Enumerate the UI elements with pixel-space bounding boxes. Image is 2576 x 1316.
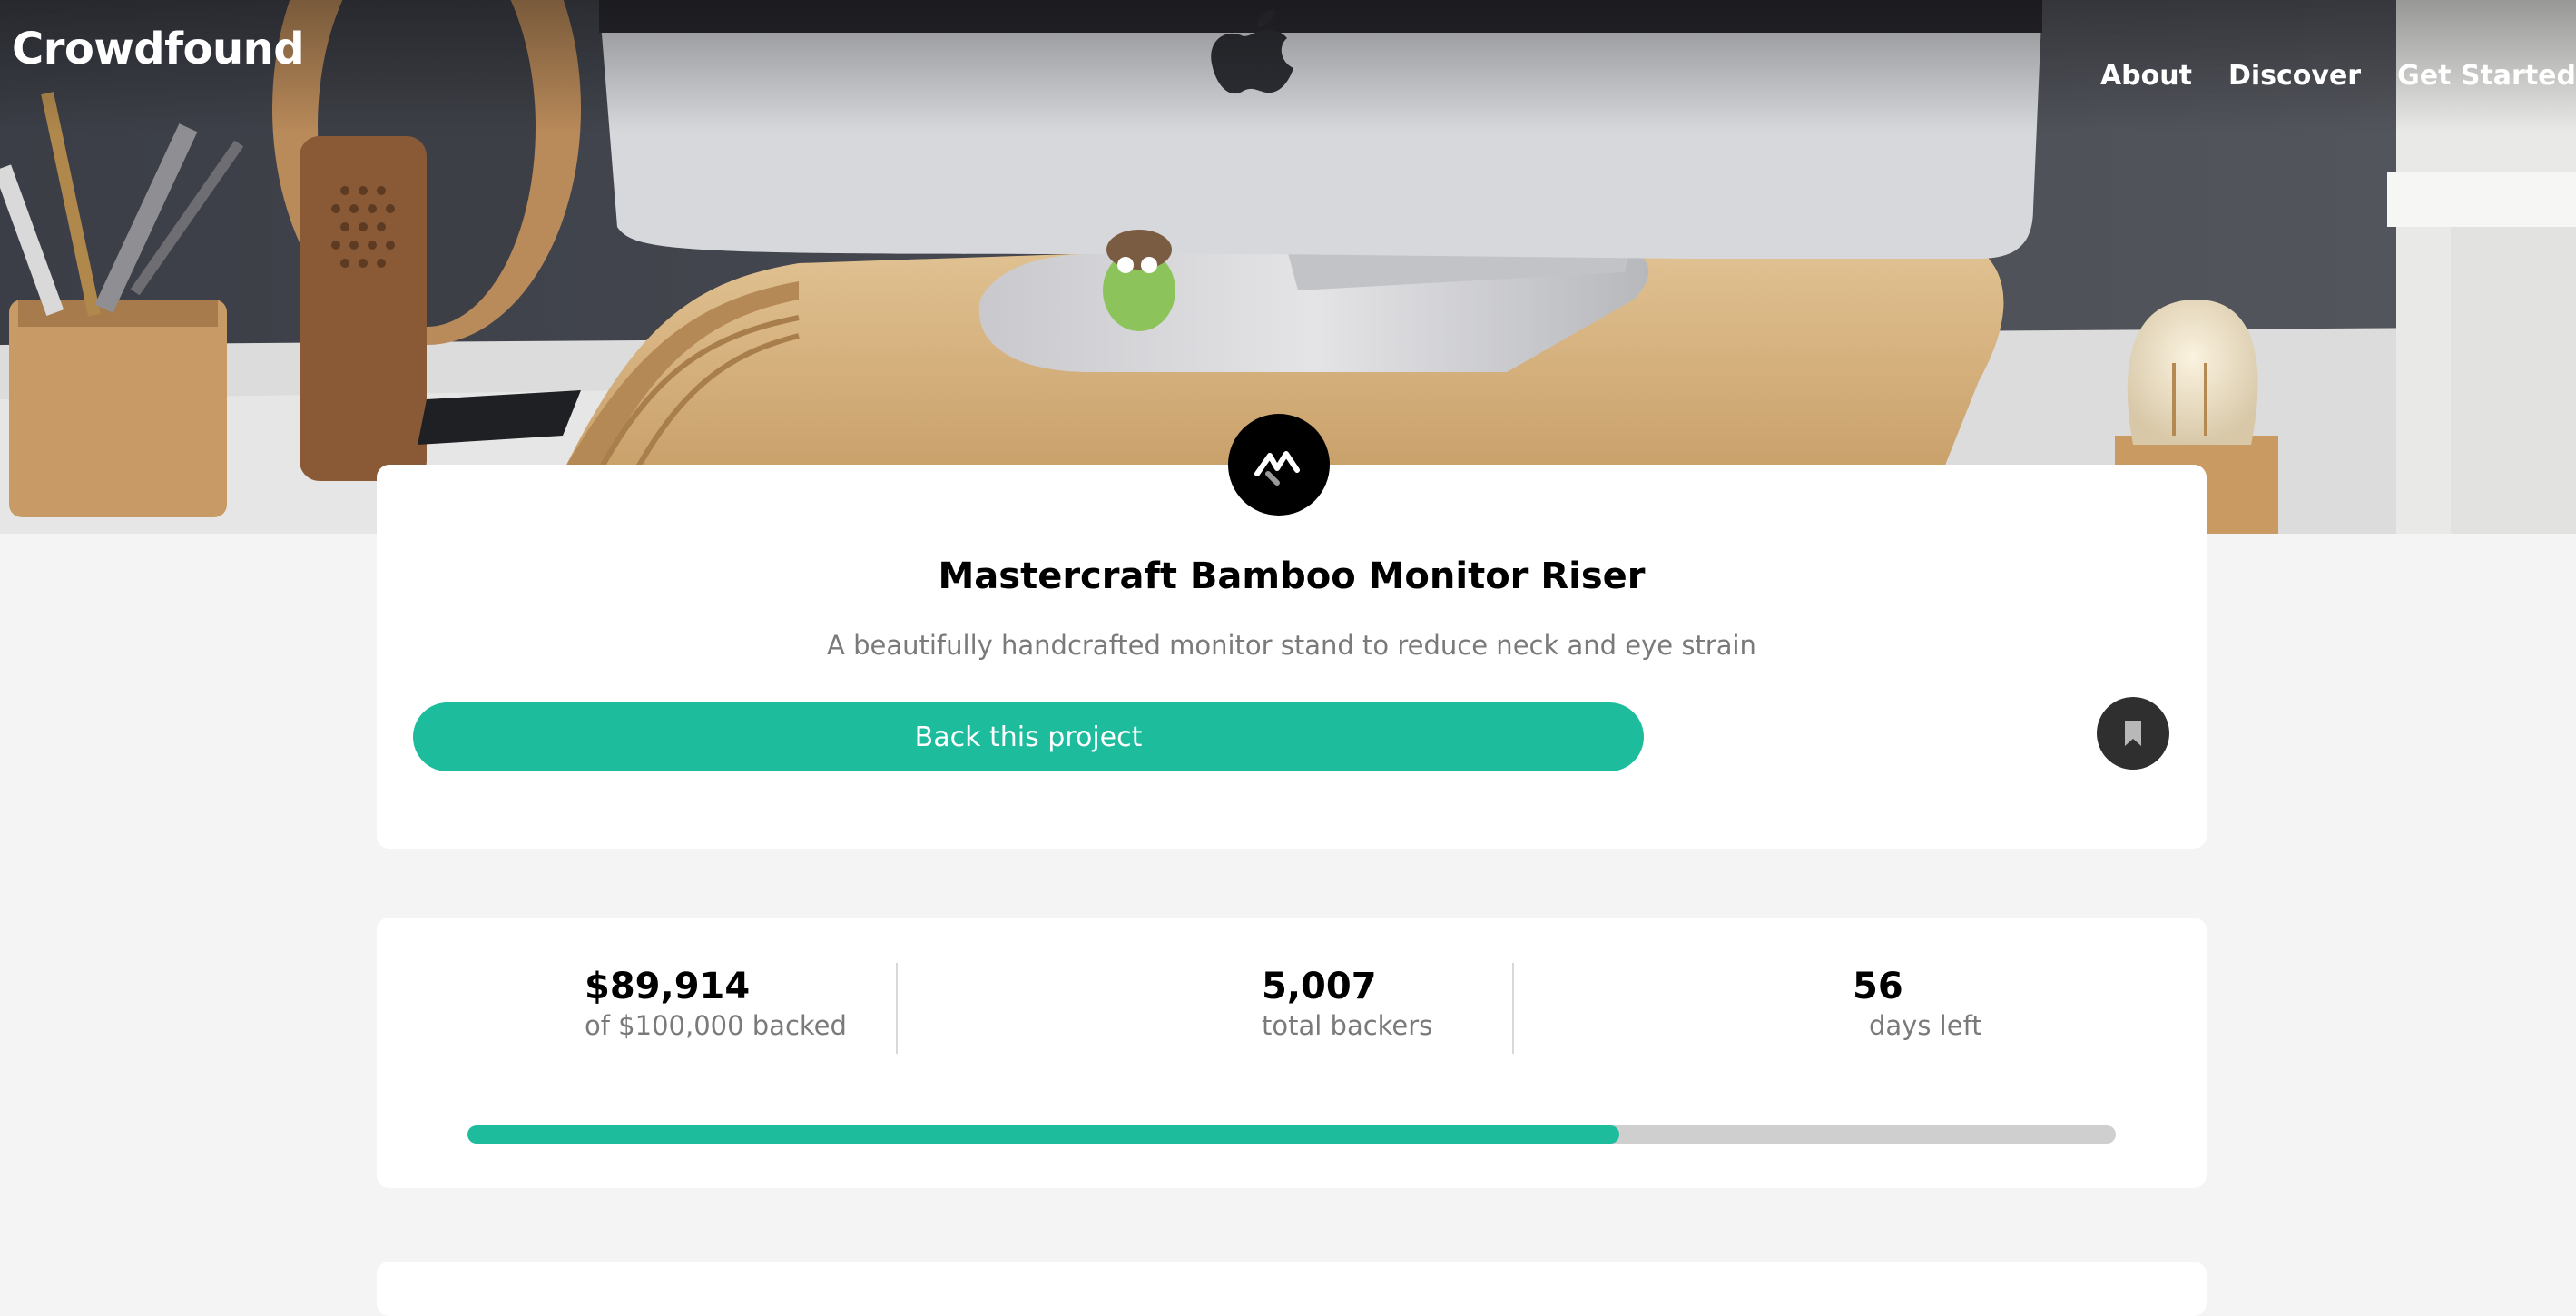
back-project-button[interactable]: Back this project <box>413 702 1644 771</box>
stat-backers-label: total backers <box>1262 1010 1433 1041</box>
bookmark-icon <box>2125 721 2141 746</box>
stats-card: $89,914 of $100,000 backed 5,007 total b… <box>377 918 2207 1188</box>
stat-days-label: days left <box>1869 1010 1982 1041</box>
brand-logo-badge <box>1228 414 1330 516</box>
mastercraft-logo-icon <box>1254 451 1300 486</box>
bookmark-button[interactable] <box>2097 697 2169 770</box>
project-card: Mastercraft Bamboo Monitor Riser A beaut… <box>377 465 2207 849</box>
funding-progress-fill <box>467 1125 1620 1144</box>
main-nav: About Discover Get Started <box>2100 60 2576 92</box>
site-logo[interactable]: Crowdfound <box>12 24 305 74</box>
stat-amount-value: $89,914 <box>585 966 751 1007</box>
stat-days-value: 56 <box>1853 966 1903 1007</box>
stat-total-backers: 5,007 total backers <box>1262 965 1432 1043</box>
nav-link-discover[interactable]: Discover <box>2228 60 2361 92</box>
nav-link-get-started[interactable]: Get Started <box>2397 60 2576 92</box>
project-title: Mastercraft Bamboo Monitor Riser <box>938 555 1646 597</box>
about-card <box>377 1262 2207 1316</box>
stat-amount-label: of $100,000 backed <box>585 1010 847 1041</box>
funding-progress-bar <box>467 1125 2116 1144</box>
stat-days-left: 56 days left <box>1853 965 1982 1043</box>
project-subtitle: A beautifully handcrafted monitor stand … <box>827 630 1756 661</box>
stat-backers-value: 5,007 <box>1262 966 1377 1007</box>
stats-divider <box>1512 963 1514 1054</box>
nav-link-about[interactable]: About <box>2100 60 2192 92</box>
stats-divider <box>896 963 898 1054</box>
stat-amount-backed: $89,914 of $100,000 backed <box>585 965 847 1043</box>
